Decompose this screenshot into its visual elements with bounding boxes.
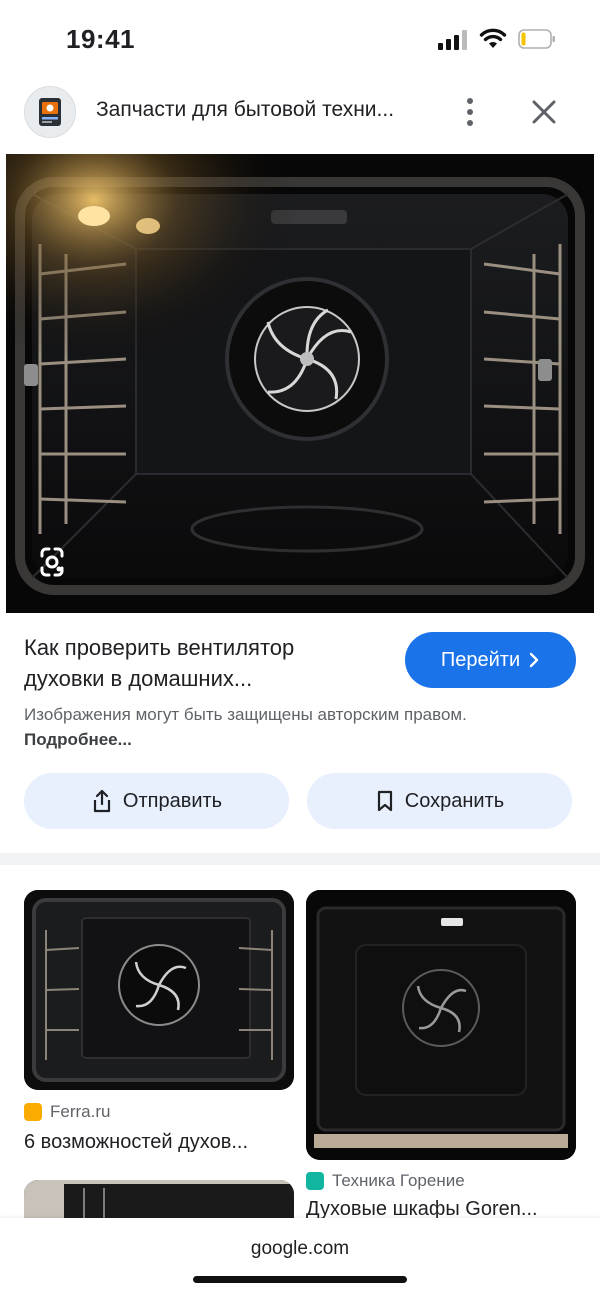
visit-button[interactable]: Перейти [405,632,576,688]
more-options-icon[interactable] [455,94,485,130]
related-image-1[interactable] [24,890,294,1090]
oven-thumbnail-2 [306,890,576,1160]
related-image-2[interactable] [306,890,576,1160]
oven-interior-picture [6,154,594,613]
learn-more-link[interactable]: Подробнее... [24,730,132,749]
source-gorenje[interactable]: Техника Горение [306,1171,465,1191]
oven-thumbnail-1 [24,890,294,1090]
google-lens-button[interactable] [28,540,76,584]
save-button[interactable]: Сохранить [307,773,572,829]
visit-button-label: Перейти [440,648,521,671]
close-icon[interactable] [528,96,560,128]
copyright-notice: Изображения могут быть защищены авторски… [24,702,484,752]
store-logo-icon [39,98,61,126]
result-title[interactable]: Как проверить вентилятор духовки в домаш… [24,632,374,694]
bookmark-icon [377,790,392,812]
home-indicator[interactable] [193,1276,407,1283]
gorenje-favicon-icon [306,1172,324,1190]
lens-icon [40,547,64,577]
share-label: Отправить [122,789,223,812]
chevron-right-icon [529,652,539,668]
save-label: Сохранить [404,789,505,812]
battery-icon [518,29,555,49]
source-name-2: Техника Горение [332,1171,465,1190]
source-ferra[interactable]: Ferra.ru [24,1102,110,1122]
section-divider [0,853,600,865]
address-bar[interactable]: google.com [0,1238,600,1260]
cellular-signal-icon [438,30,468,50]
related-title-1[interactable]: 6 возможностей духов... [24,1131,294,1154]
share-button[interactable]: Отправить [24,773,289,829]
copyright-text: Изображения могут быть защищены авторски… [24,705,467,724]
source-name-1: Ferra.ru [50,1102,111,1121]
related-image-3[interactable] [24,1180,294,1220]
site-favicon[interactable] [24,86,76,138]
oven-thumbnail-3 [24,1180,294,1220]
wifi-icon [479,28,507,48]
status-time: 19:41 [66,24,135,54]
share-icon [93,789,111,813]
site-title[interactable]: Запчасти для бытовой техни... [96,98,436,122]
ferra-favicon-icon [24,1103,42,1121]
main-image[interactable] [6,154,594,613]
